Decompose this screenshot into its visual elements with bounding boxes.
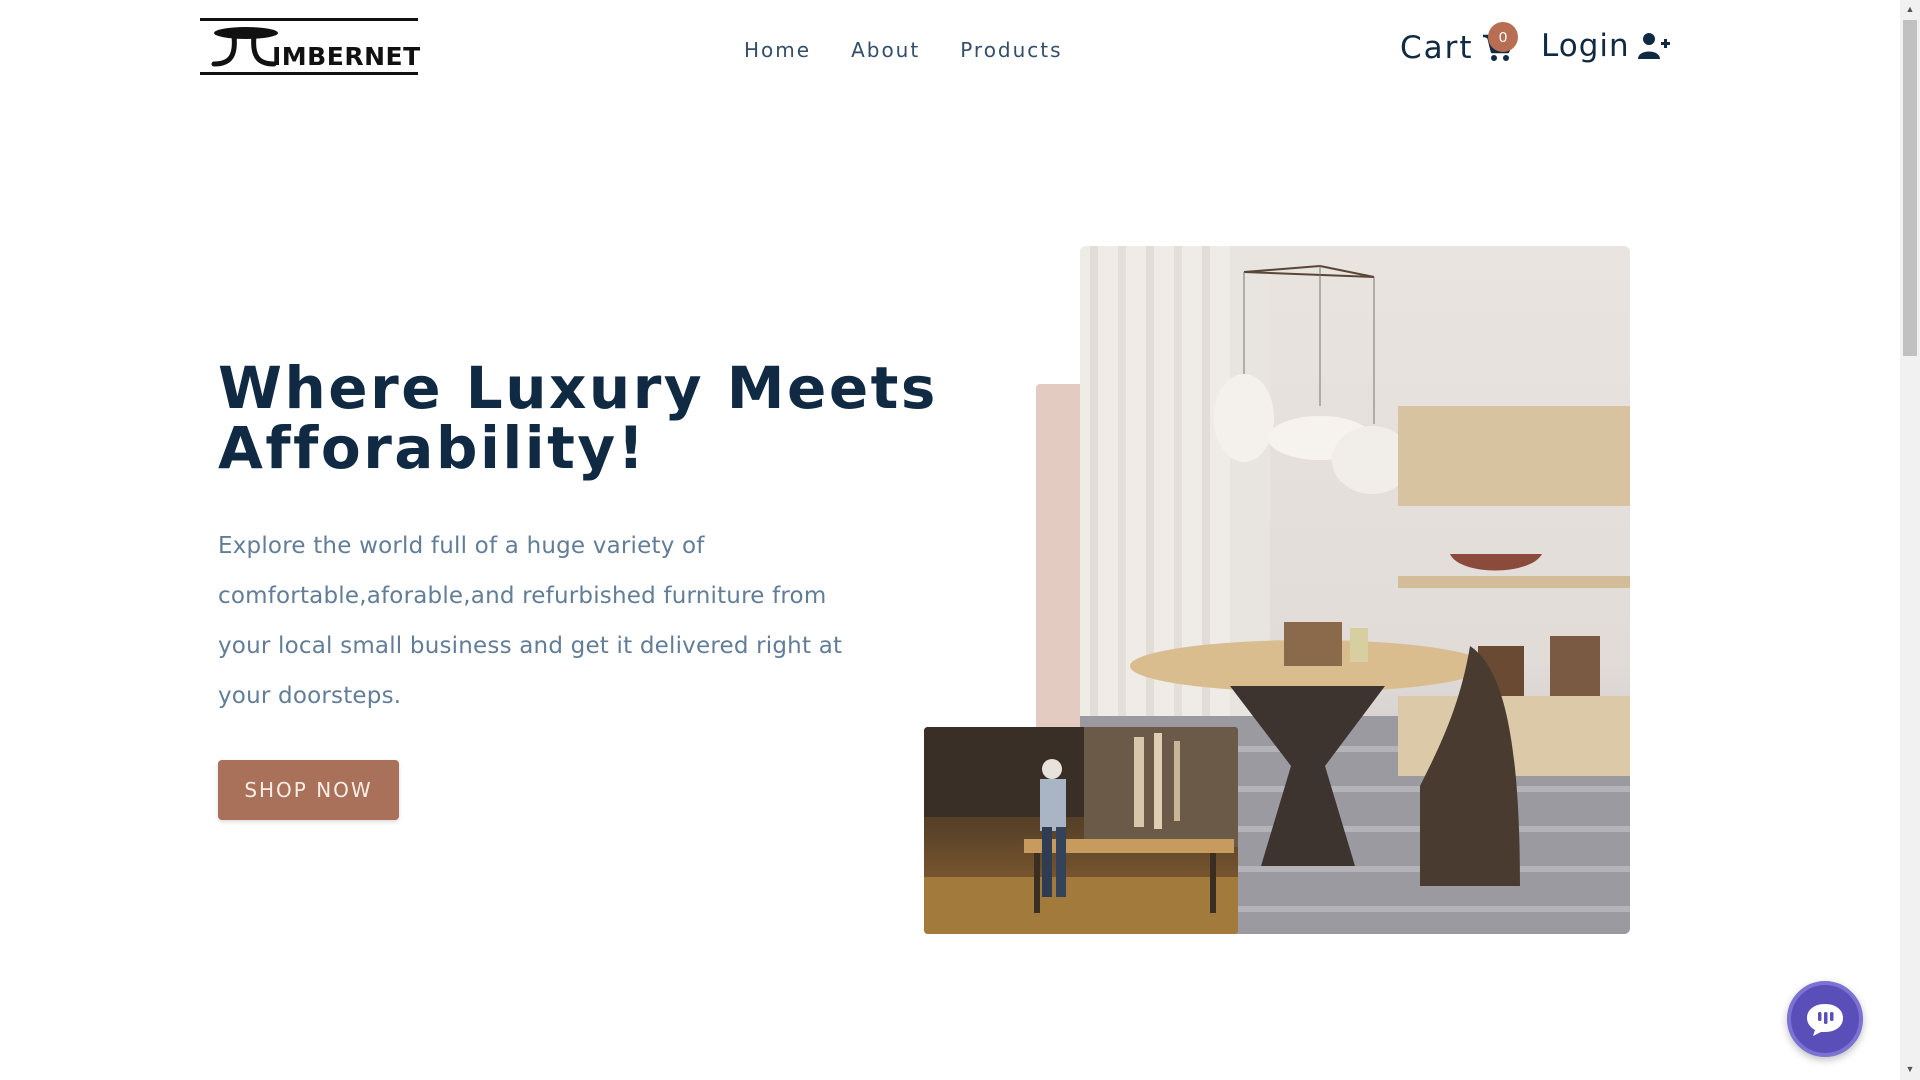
- chat-bubble-icon: [1807, 1004, 1843, 1036]
- login-button[interactable]: Login: [1541, 28, 1670, 64]
- nav-products[interactable]: Products: [960, 38, 1062, 62]
- scroll-up-arrow-icon[interactable]: ▲: [1900, 4, 1920, 14]
- nav-home[interactable]: Home: [744, 38, 811, 62]
- cart-label: Cart: [1400, 30, 1474, 66]
- carpenter-illustration: [924, 727, 1238, 934]
- login-label: Login: [1541, 28, 1630, 64]
- cart-button[interactable]: Cart 0: [1400, 22, 1518, 66]
- brand-logo-text: IMBERNET: [272, 42, 421, 71]
- chat-button[interactable]: [1787, 981, 1863, 1057]
- main-nav: Home About Products: [744, 38, 1063, 62]
- logo-bottom-rule: [200, 72, 418, 75]
- cart-count-badge: 0: [1488, 22, 1518, 52]
- workshop-image: [924, 727, 1238, 934]
- brand-logo[interactable]: IMBERNET: [200, 18, 420, 76]
- nav-about[interactable]: About: [851, 38, 920, 62]
- scroll-down-arrow-icon[interactable]: ▼: [1900, 1064, 1920, 1074]
- hero-description: Explore the world full of a huge variety…: [218, 533, 843, 709]
- hero-title: Where Luxury Meets Afforability!: [218, 354, 938, 482]
- user-plus-icon: [1637, 33, 1670, 59]
- logo-top-rule: [200, 18, 418, 21]
- scrollbar-thumb[interactable]: [1903, 20, 1917, 356]
- shop-now-button[interactable]: SHOP NOW: [218, 760, 399, 820]
- page-scrollbar[interactable]: ▲ ▼: [1900, 0, 1920, 1080]
